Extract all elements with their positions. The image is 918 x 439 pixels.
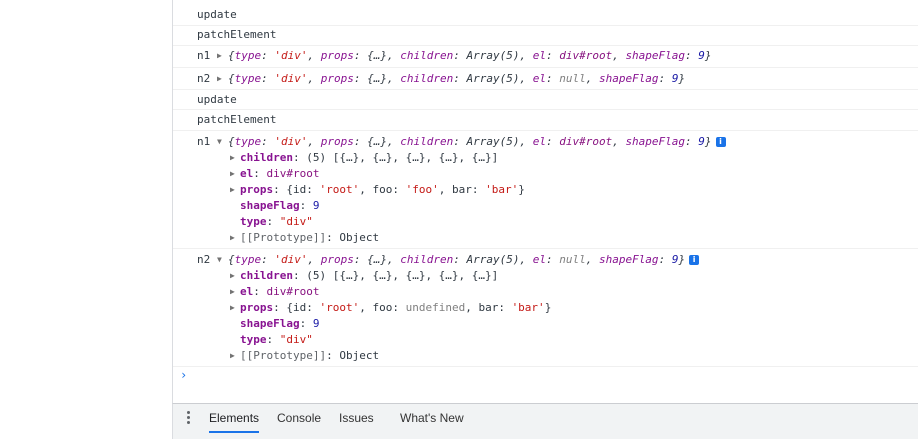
- log-label: n2: [197, 253, 211, 266]
- property-shapeflag: shapeFlag: 9: [240, 317, 320, 330]
- property-prototype[interactable]: [[Prototype]]: Object: [240, 231, 379, 245]
- object-preview[interactable]: {type: 'div', props: {…}, children: Arra…: [228, 253, 700, 267]
- object-preview[interactable]: {type: 'div', props: {…}, children: Arra…: [228, 72, 685, 86]
- console-prompt-icon[interactable]: ›: [180, 368, 187, 382]
- tab-label: Console: [277, 411, 322, 425]
- drawer-toolbar: Elements Console Issues What's New: [172, 403, 918, 439]
- console-message: update: [173, 89, 918, 110]
- log-text: update: [197, 8, 237, 21]
- console-message: update: [173, 5, 918, 26]
- log-text: update: [197, 93, 237, 106]
- property-props[interactable]: props: {id: 'root', foo: 'foo', bar: 'ba…: [240, 183, 525, 197]
- log-label: n1: [197, 135, 211, 148]
- expand-triangle-icon[interactable]: ▶: [230, 301, 235, 315]
- tab-elements[interactable]: Elements: [209, 404, 260, 433]
- tab-label: Issues: [339, 411, 374, 425]
- property-type: type: "div": [240, 333, 313, 346]
- collapse-triangle-icon[interactable]: ▼: [217, 135, 222, 149]
- tab-console[interactable]: Console: [277, 404, 321, 439]
- property-el[interactable]: el: div#root: [240, 167, 319, 181]
- page-blank-area: [0, 0, 172, 438]
- property-children[interactable]: children: (5) [{…}, {…}, {…}, {…}, {…}]: [240, 151, 498, 165]
- tab-label: What's New: [400, 411, 464, 425]
- expand-triangle-icon[interactable]: ▶: [217, 72, 222, 86]
- object-preview[interactable]: {type: 'div', props: {…}, children: Arra…: [228, 135, 726, 149]
- log-label: n2: [197, 72, 211, 85]
- console-message: n2 ▶ {type: 'div', props: {…}, children:…: [173, 67, 918, 90]
- expand-triangle-icon[interactable]: ▶: [217, 49, 222, 63]
- console-message: patchElement: [173, 25, 918, 46]
- console-message: n1 ▶ {type: 'div', props: {…}, children:…: [173, 45, 918, 68]
- log-label: n1: [197, 49, 211, 62]
- property-prototype[interactable]: [[Prototype]]: Object: [240, 349, 379, 363]
- log-text: patchElement: [197, 113, 277, 126]
- tab-label: Elements: [209, 411, 260, 425]
- expand-triangle-icon[interactable]: ▶: [230, 285, 235, 299]
- property-shapeflag: shapeFlag: 9: [240, 199, 320, 212]
- tab-whats-new[interactable]: What's New: [400, 404, 464, 439]
- console-message-expanded: n2 ▼ {type: 'div', props: {…}, children:…: [173, 248, 918, 367]
- collapse-triangle-icon[interactable]: ▼: [217, 253, 222, 267]
- tab-issues[interactable]: Issues: [339, 404, 374, 439]
- info-icon[interactable]: i: [689, 255, 700, 265]
- expand-triangle-icon[interactable]: ▶: [230, 269, 235, 283]
- console-message-expanded: n1 ▼ {type: 'div', props: {…}, children:…: [173, 130, 918, 249]
- expand-triangle-icon[interactable]: ▶: [230, 349, 235, 363]
- console-panel: update patchElement n1 ▶ {type: 'div', p…: [172, 0, 918, 403]
- expand-triangle-icon[interactable]: ▶: [230, 231, 235, 245]
- log-text: patchElement: [197, 28, 277, 41]
- property-type: type: "div": [240, 215, 313, 228]
- property-props[interactable]: props: {id: 'root', foo: undefined, bar:…: [240, 301, 551, 315]
- property-children[interactable]: children: (5) [{…}, {…}, {…}, {…}, {…}]: [240, 269, 498, 283]
- expand-triangle-icon[interactable]: ▶: [230, 183, 235, 197]
- property-el[interactable]: el: div#root: [240, 285, 319, 299]
- expand-triangle-icon[interactable]: ▶: [230, 151, 235, 165]
- object-preview[interactable]: {type: 'div', props: {…}, children: Arra…: [228, 49, 712, 63]
- console-message: patchElement: [173, 109, 918, 131]
- expand-triangle-icon[interactable]: ▶: [230, 167, 235, 181]
- info-icon[interactable]: i: [715, 137, 726, 147]
- more-options-icon[interactable]: [187, 411, 191, 426]
